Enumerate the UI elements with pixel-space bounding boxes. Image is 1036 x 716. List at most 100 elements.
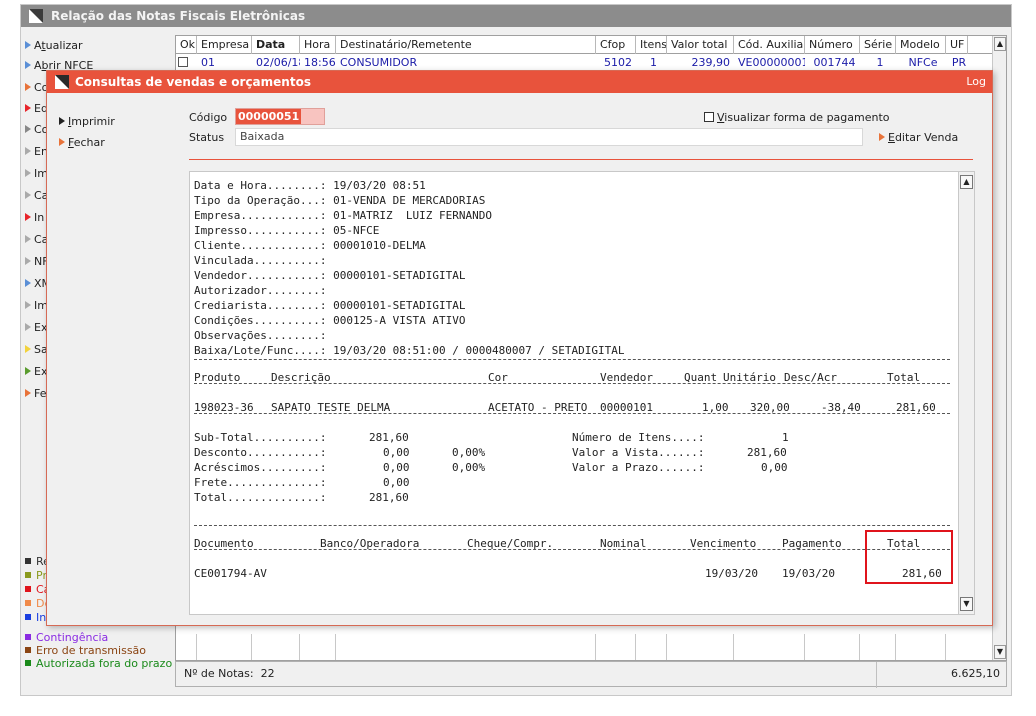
totals-label: Sub-Total..........: bbox=[194, 431, 327, 444]
play-icon bbox=[25, 235, 31, 243]
legend-swatch-icon bbox=[25, 558, 31, 564]
close-button[interactable]: Fechar bbox=[59, 136, 105, 150]
table-cell: 1 bbox=[876, 56, 884, 69]
row-checkbox[interactable] bbox=[178, 57, 188, 67]
column-header[interactable]: Cód. Auxiliar bbox=[734, 36, 805, 54]
table-cell: CONSUMIDOR bbox=[340, 56, 418, 69]
table-cell: NFCe bbox=[908, 56, 938, 69]
table-cell: 5102 bbox=[604, 56, 632, 69]
play-icon bbox=[25, 104, 31, 112]
window-title: Relação das Notas Fiscais Eletrônicas bbox=[51, 9, 306, 23]
play-icon bbox=[25, 83, 31, 91]
column-header[interactable]: Modelo bbox=[896, 36, 946, 54]
column-header[interactable]: Empresa bbox=[197, 36, 252, 54]
report-header-line: Baixa/Lote/Func....: 19/03/20 08:51:00 /… bbox=[194, 344, 625, 357]
grid-line bbox=[666, 634, 667, 660]
report-header-line: Vendedor...........: 00000101-SETADIGITA… bbox=[194, 269, 466, 282]
column-header[interactable]: Ok bbox=[176, 36, 197, 54]
sidebar-item[interactable]: Sa bbox=[25, 343, 48, 357]
app-logo-icon bbox=[29, 9, 43, 23]
play-icon bbox=[59, 117, 65, 125]
legend-swatch-icon bbox=[25, 634, 31, 640]
report-dashed-line bbox=[194, 359, 950, 360]
sale-report[interactable]: Data e Hora........: 19/03/20 08:51 Tipo … bbox=[189, 171, 975, 615]
sidebar-item[interactable]: Im bbox=[25, 299, 48, 313]
table-cell: VE00000001 bbox=[738, 56, 805, 69]
play-icon bbox=[25, 125, 31, 133]
sidebar-item[interactable]: Ca bbox=[25, 189, 48, 203]
app-logo-icon bbox=[55, 75, 69, 89]
consultas-dialog: Consultas de vendas e orçamentos Log Imp… bbox=[46, 70, 993, 626]
report-header-line: Data e Hora........: 19/03/20 08:51 bbox=[194, 179, 426, 192]
play-icon bbox=[25, 169, 31, 177]
play-icon bbox=[25, 367, 31, 375]
column-header[interactable]: Hora bbox=[300, 36, 336, 54]
grid-line bbox=[299, 634, 300, 660]
play-icon bbox=[879, 133, 885, 141]
sidebar-item[interactable]: Co bbox=[25, 81, 48, 95]
scroll-up-icon[interactable]: ▲ bbox=[960, 175, 973, 189]
editar-venda-button[interactable]: Editar Venda bbox=[879, 131, 958, 144]
totals-value: 0,00% bbox=[452, 446, 486, 459]
scroll-down-icon[interactable]: ▼ bbox=[960, 597, 973, 611]
column-header[interactable]: Série bbox=[860, 36, 896, 54]
sidebar-item[interactable]: Im bbox=[25, 167, 48, 181]
report-header-line: Condições..........: 000125-A VISTA ATIV… bbox=[194, 314, 466, 327]
grid-line bbox=[251, 634, 252, 660]
column-header[interactable]: Itens bbox=[636, 36, 667, 54]
play-icon bbox=[59, 138, 65, 146]
divider bbox=[189, 159, 973, 160]
print-button[interactable]: Imprimir bbox=[59, 115, 115, 129]
legend-swatch-icon bbox=[25, 614, 31, 620]
column-header[interactable]: Valor total bbox=[667, 36, 734, 54]
status-footer: Nº de Notas: 22 6.625,10 bbox=[175, 661, 1007, 688]
sidebar-item[interactable]: Fe bbox=[25, 387, 47, 401]
grid-line bbox=[335, 634, 336, 660]
grid-line bbox=[595, 634, 596, 660]
report-header-line: Crediarista........: 00000101-SETADIGITA… bbox=[194, 299, 466, 312]
legend-item: In bbox=[25, 611, 46, 624]
totals-value: 0,00 bbox=[761, 461, 788, 474]
payment-cell: 19/03/20 bbox=[782, 567, 835, 580]
column-header[interactable]: Número bbox=[805, 36, 860, 54]
table-cell: 18:56 bbox=[304, 56, 336, 69]
checkbox-icon[interactable] bbox=[704, 112, 714, 122]
scroll-down-icon[interactable]: ▼ bbox=[994, 645, 1006, 659]
sidebar-item[interactable]: Ex bbox=[25, 321, 47, 335]
sidebar-item[interactable]: Ed bbox=[25, 102, 48, 116]
table-row[interactable]: 01 02/06/18 18:56 CONSUMIDOR 5102 1 239,90 VE00… bbox=[176, 55, 1006, 70]
totals-label: Valor a Prazo......: bbox=[572, 461, 705, 474]
table-cell: 239,90 bbox=[691, 56, 731, 69]
sidebar-item[interactable]: Co bbox=[25, 123, 48, 137]
column-header[interactable]: UF bbox=[946, 36, 968, 54]
status-label: Status bbox=[189, 131, 225, 144]
totals-label: Valor a Vista......: bbox=[572, 446, 705, 459]
sidebar-item[interactable]: En bbox=[25, 145, 48, 159]
sidebar-item[interactable]: Ex bbox=[25, 365, 47, 379]
report-header-line: Autorizador........: bbox=[194, 284, 327, 297]
column-header[interactable]: Data bbox=[252, 36, 300, 54]
sidebar-item[interactable]: Ca bbox=[25, 233, 48, 247]
column-header[interactable]: Cfop bbox=[596, 36, 636, 54]
legend-swatch-icon bbox=[25, 586, 31, 592]
grid-line bbox=[859, 634, 860, 660]
legend-swatch-icon bbox=[25, 660, 31, 666]
totals-value: 0,00 bbox=[383, 446, 410, 459]
notas-count-label: Nº de Notas: 22 bbox=[184, 667, 275, 680]
sidebar-item[interactable]: Atualizar bbox=[25, 39, 83, 53]
payment-cell: 281,60 bbox=[902, 567, 942, 580]
log-button[interactable]: Log bbox=[966, 71, 986, 93]
codigo-field[interactable]: 00000051 bbox=[235, 108, 325, 125]
report-header-line: Vinculada..........: bbox=[194, 254, 327, 267]
scroll-up-icon[interactable]: ▲ bbox=[994, 37, 1006, 51]
report-scrollbar[interactable]: ▲ ▼ bbox=[958, 172, 974, 614]
column-header[interactable]: Destinatário/Remetente bbox=[336, 36, 596, 54]
sidebar-item[interactable]: In bbox=[25, 211, 44, 225]
visualizar-pagamento-checkbox[interactable]: Visualizar forma de pagamento bbox=[704, 111, 890, 124]
payment-cell: CE001794-AV bbox=[194, 567, 267, 580]
play-icon bbox=[25, 147, 31, 155]
grid-line bbox=[635, 634, 636, 660]
grid-scrollbar[interactable]: ▲ ▼ bbox=[992, 36, 1006, 660]
legend-item: Contingência bbox=[25, 631, 108, 644]
window-titlebar: Relação das Notas Fiscais Eletrônicas bbox=[21, 5, 1011, 27]
